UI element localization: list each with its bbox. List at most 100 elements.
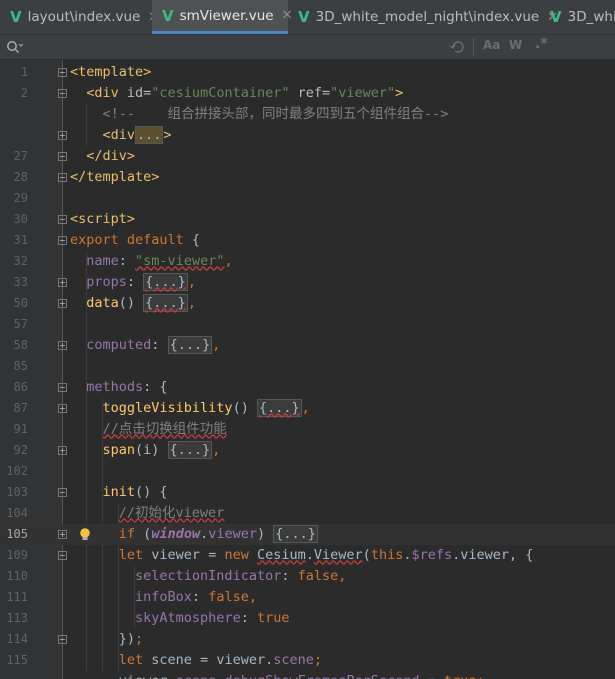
fold-icon[interactable] [58, 130, 67, 140]
fold-icon[interactable] [58, 382, 67, 392]
folded-region[interactable]: {...} [143, 293, 188, 312]
code-token: id= [126, 84, 152, 101]
folded-region[interactable]: {...} [167, 440, 213, 459]
code-token: Viewer [313, 546, 363, 563]
fold-icon[interactable] [58, 445, 67, 455]
code-token: > [395, 84, 404, 101]
whole-words-button[interactable]: W [509, 38, 522, 52]
code-line[interactable]: 102 [0, 461, 615, 482]
code-line[interactable]: 115 let scene = viewer.scene; [0, 650, 615, 671]
code-line[interactable]: 1 <template> [0, 62, 615, 83]
search-icon[interactable] [5, 38, 23, 56]
divider [473, 38, 474, 56]
fold-icon[interactable] [58, 214, 67, 224]
folded-region[interactable]: {...} [167, 335, 213, 354]
fold-icon[interactable] [58, 403, 67, 413]
tab-smviewer-vue[interactable]: V smViewer.vue ✕ [152, 0, 293, 34]
folded-region[interactable]: ... [135, 125, 164, 144]
code-line[interactable]: 27 </div> [0, 146, 615, 167]
code-line[interactable]: 111 infoBox: false, [0, 587, 615, 608]
code-token: //初始化viewer [118, 504, 225, 521]
code-text: <div... > [70, 125, 172, 146]
code-line[interactable]: <div... > [0, 125, 615, 146]
code-token: , [224, 252, 233, 269]
fold-icon[interactable] [58, 88, 67, 98]
code-line[interactable]: 91 //点击切换组件功能 [0, 419, 615, 440]
code-line[interactable]: 58 computed: {...}, [0, 335, 615, 356]
tab-layout-index-vue[interactable]: V layout\index.vue ✕ [0, 0, 159, 34]
fold-icon[interactable] [58, 340, 67, 350]
code-token: , [301, 399, 310, 416]
code-line[interactable]: 86 methods: { [0, 377, 615, 398]
line-number: 33 [13, 274, 28, 289]
code-token: span [102, 441, 136, 458]
code-text: computed: {...}, [70, 335, 220, 356]
fold-end-icon[interactable] [58, 634, 67, 644]
code-token: , [212, 336, 221, 353]
fold-icon[interactable] [58, 67, 67, 77]
code-line[interactable]: 87 toggleVisibility() {...}, [0, 398, 615, 419]
code-line[interactable]: 103 init() { [0, 482, 615, 503]
search-input[interactable] [28, 37, 442, 57]
line-number: 92 [13, 442, 28, 457]
fold-end-icon[interactable] [58, 151, 67, 161]
code-line[interactable]: <!-- 组合拼接头部，同时最多四到五个组件组合--> [0, 104, 615, 125]
code-line[interactable]: 32 name: "sm-viewer", [0, 251, 615, 272]
code-line[interactable]: 109 let viewer = new Cesium.Viewer(this.… [0, 545, 615, 566]
code-text: let scene = viewer.scene; [70, 650, 322, 671]
code-token: scene [176, 673, 217, 679]
tab-3d-white-truncated[interactable]: V 3D_whit [540, 0, 615, 34]
code-token: false [297, 567, 339, 584]
code-line[interactable]: 113 skyAtmosphere: true [0, 608, 615, 629]
tab-3d-white-model-night-index-vue[interactable]: V 3D_white_model_night\index.vue ✕ [288, 0, 558, 34]
code-line[interactable]: 31 export default { [0, 230, 615, 251]
fold-icon[interactable] [58, 487, 67, 497]
fold-icon[interactable] [58, 529, 67, 539]
code-text: name: "sm-viewer", [70, 251, 233, 272]
code-text: skyAtmosphere: true [70, 608, 289, 629]
folded-region[interactable]: {...} [256, 398, 302, 417]
code-line[interactable]: 104 //初始化viewer [0, 503, 615, 524]
fold-icon[interactable] [58, 550, 67, 560]
code-line[interactable]: 29 [0, 188, 615, 209]
tab-label: smViewer.vue [179, 7, 274, 24]
code-token: false [208, 588, 249, 605]
fold-icon[interactable] [58, 277, 67, 287]
code-line[interactable]: 105 if (window.viewer) {...} [0, 523, 615, 545]
code-line[interactable]: 50 data() {...}, [0, 293, 615, 314]
code-line[interactable]: 85 [0, 356, 615, 377]
regex-icon[interactable]: .* [535, 36, 548, 52]
folded-region[interactable]: {...} [143, 272, 188, 291]
code-line[interactable]: 114 }); [0, 629, 615, 650]
fold-icon[interactable] [58, 235, 67, 245]
code-token: init [102, 483, 136, 500]
history-icon[interactable] [450, 40, 466, 54]
code-line[interactable]: 92 span(i) {...}, [0, 440, 615, 461]
code-line[interactable]: viewer.scene.debugShowFramesPerSecond = … [0, 671, 615, 679]
fold-end-icon[interactable] [58, 172, 67, 182]
line-number: 109 [6, 547, 28, 562]
fold-icon[interactable] [58, 298, 67, 308]
code-line[interactable]: 2 <div id="cesiumContainer" ref="viewer"… [0, 83, 615, 104]
code-line[interactable]: 57 [0, 314, 615, 335]
code-line[interactable]: 33 props: {...}, [0, 272, 615, 293]
code-token: ; [135, 630, 144, 647]
code-line[interactable]: 30 <script> [0, 209, 615, 230]
code-line[interactable]: 28 </template> [0, 167, 615, 188]
code-line[interactable]: 110 selectionIndicator: false, [0, 566, 615, 587]
code-token: selectionIndicator [135, 567, 282, 584]
code-token: , [338, 567, 347, 584]
code-text: let viewer = new Cesium.Viewer(this.$ref… [70, 545, 534, 566]
code-token: computed [86, 336, 152, 353]
match-case-button[interactable]: Aa [483, 38, 500, 52]
folded-region[interactable]: {...} [273, 524, 318, 543]
code-editor[interactable]: 1 <template> 2 <div id="cesiumContainer" r… [0, 60, 615, 679]
